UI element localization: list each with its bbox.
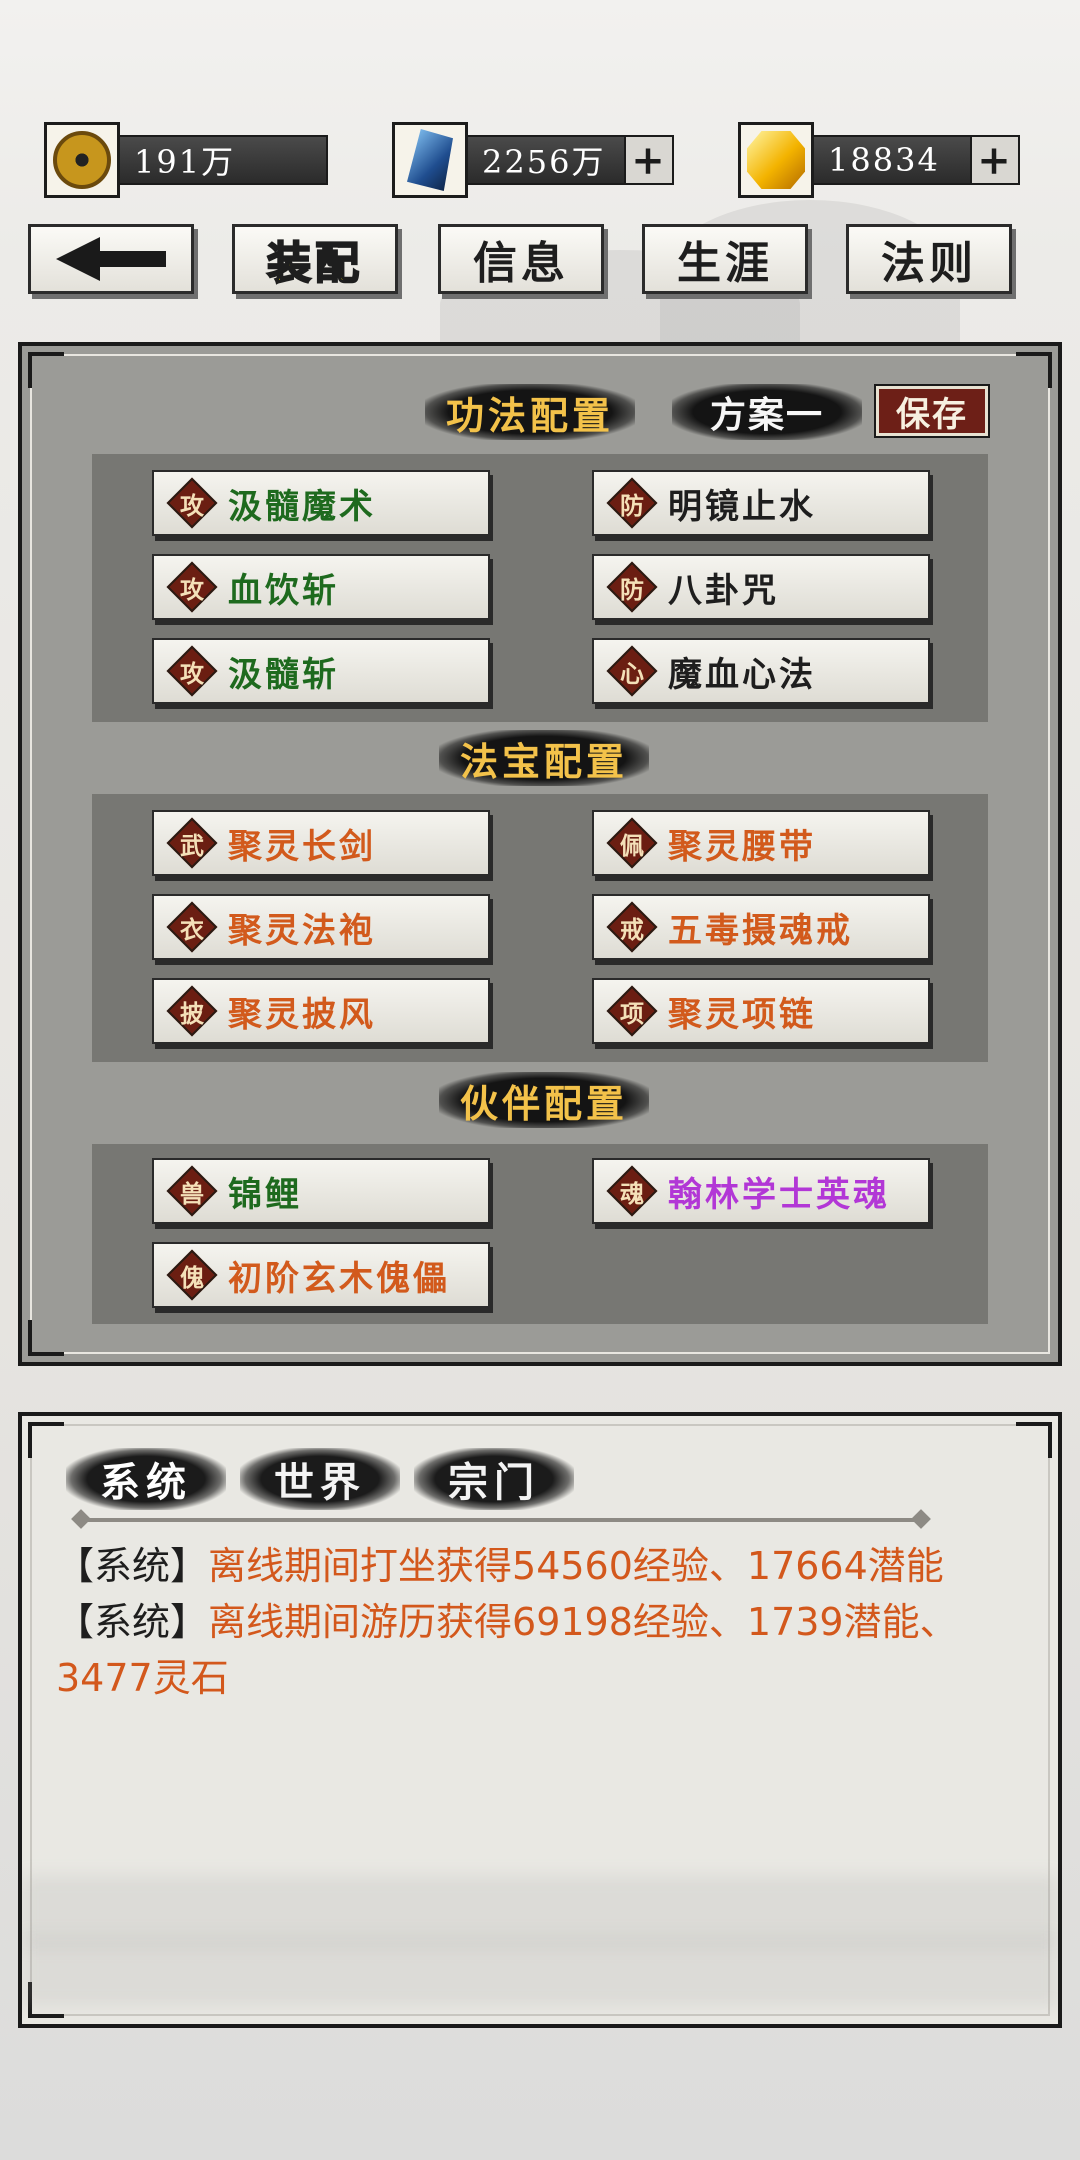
partner-slot[interactable]: 傀 初阶玄木傀儡 [152,1242,490,1308]
chat-message: 【系统】离线期间打坐获得54560经验、17664潜能 [56,1538,1036,1594]
currency-crystal: 2256万 + [392,122,674,198]
slot-type-badge: 攻 [166,477,218,529]
slot-type-badge: 心 [606,645,658,697]
background-mist [22,1936,1058,2006]
corner-ornament [1016,352,1052,388]
chat-message: 【系统】离线期间游历获得69198经验、1739潜能、3477灵石 [56,1594,1036,1706]
slot-label: 聚灵项链 [668,994,816,1035]
treasure-slot[interactable]: 佩 聚灵腰带 [592,810,930,876]
currency-gold: 18834 + [738,122,1020,198]
currency-value: 18834 [828,141,940,179]
gold-gem-icon [738,122,814,198]
slot-label: 汲髓魔术 [228,486,376,527]
chat-tab-system[interactable]: 系统 [66,1448,226,1510]
slot-label: 翰林学士英魂 [668,1174,890,1215]
corner-ornament [28,1422,64,1458]
slot-label: 聚灵腰带 [668,826,816,867]
chat-messages: 【系统】离线期间打坐获得54560经验、17664潜能 【系统】离线期间游历获得… [56,1538,1036,1706]
slot-label: 聚灵法袍 [228,910,376,951]
partner-slot[interactable]: 兽 锦鲤 [152,1158,490,1224]
tab-career[interactable]: 生涯 [642,224,808,294]
slot-label: 八卦咒 [668,570,779,611]
treasure-slot[interactable]: 武 聚灵长剑 [152,810,490,876]
slot-type-badge: 傀 [166,1249,218,1301]
tab-info[interactable]: 信息 [438,224,604,294]
treasure-slot[interactable]: 披 聚灵披风 [152,978,490,1044]
slot-label: 魔血心法 [668,654,816,695]
skill-slot[interactable]: 攻 汲髓魔术 [152,470,490,536]
slot-label: 聚灵披风 [228,994,376,1035]
slot-label: 明镜止水 [668,486,816,527]
corner-ornament [1016,1422,1052,1458]
slot-label: 聚灵长剑 [228,826,376,867]
slot-type-badge: 攻 [166,645,218,697]
skills-section-title: 功法配置 [425,384,635,440]
scheme-selector[interactable]: 方案一 [672,384,862,440]
slot-label: 血饮斩 [228,570,339,611]
skill-slot[interactable]: 防 明镜止水 [592,470,930,536]
treasure-slot[interactable]: 戒 五毒摄魂戒 [592,894,930,960]
back-button[interactable] [28,224,194,294]
chat-divider [80,1518,922,1522]
tab-rules[interactable]: 法则 [846,224,1012,294]
slot-label: 初阶玄木傀儡 [228,1258,450,1299]
message-text: 离线期间打坐获得54560经验、17664潜能 [208,1544,944,1588]
skill-slot[interactable]: 心 魔血心法 [592,638,930,704]
partner-slot[interactable]: 魂 翰林学士英魂 [592,1158,930,1224]
crystal-icon [392,122,468,198]
slot-type-badge: 戒 [606,901,658,953]
chat-panel: 系统 世界 宗门 【系统】离线期间打坐获得54560经验、17664潜能 【系统… [18,1412,1062,2028]
slot-type-badge: 衣 [166,901,218,953]
skill-slot[interactable]: 攻 血饮斩 [152,554,490,620]
treasure-slot[interactable]: 项 聚灵项链 [592,978,930,1044]
slot-type-badge: 项 [606,985,658,1037]
left-arrow-icon [56,237,166,281]
slot-label: 五毒摄魂戒 [668,910,853,951]
skill-slot[interactable]: 防 八卦咒 [592,554,930,620]
message-channel: 【系统】 [56,1600,209,1644]
partners-section-title: 伙伴配置 [439,1072,649,1128]
slot-type-badge: 魂 [606,1165,658,1217]
save-button[interactable]: 保存 [874,384,990,438]
slot-label: 锦鲤 [228,1174,302,1215]
slot-type-badge: 攻 [166,561,218,613]
add-crystal-button[interactable]: + [624,137,672,184]
slot-type-badge: 防 [606,477,658,529]
slot-type-badge: 兽 [166,1165,218,1217]
treasure-slot[interactable]: 衣 聚灵法袍 [152,894,490,960]
corner-ornament [28,352,64,388]
slot-type-badge: 武 [166,817,218,869]
currency-value: 191万 [114,135,328,185]
tab-equip[interactable]: 装配 [232,224,398,294]
message-channel: 【系统】 [56,1544,209,1588]
treasures-section-title: 法宝配置 [439,730,649,786]
corner-ornament [28,1320,64,1356]
slot-type-badge: 防 [606,561,658,613]
yinyang-icon [44,122,120,198]
slot-label: 汲髓斩 [228,654,339,695]
chat-tab-sect[interactable]: 宗门 [414,1448,574,1510]
slot-type-badge: 披 [166,985,218,1037]
add-gold-button[interactable]: + [970,137,1018,184]
chat-tab-world[interactable]: 世界 [240,1448,400,1510]
currency-value: 2256万 [482,143,606,181]
currency-spirit: 191万 [44,122,328,198]
slot-type-badge: 佩 [606,817,658,869]
skill-slot[interactable]: 攻 汲髓斩 [152,638,490,704]
